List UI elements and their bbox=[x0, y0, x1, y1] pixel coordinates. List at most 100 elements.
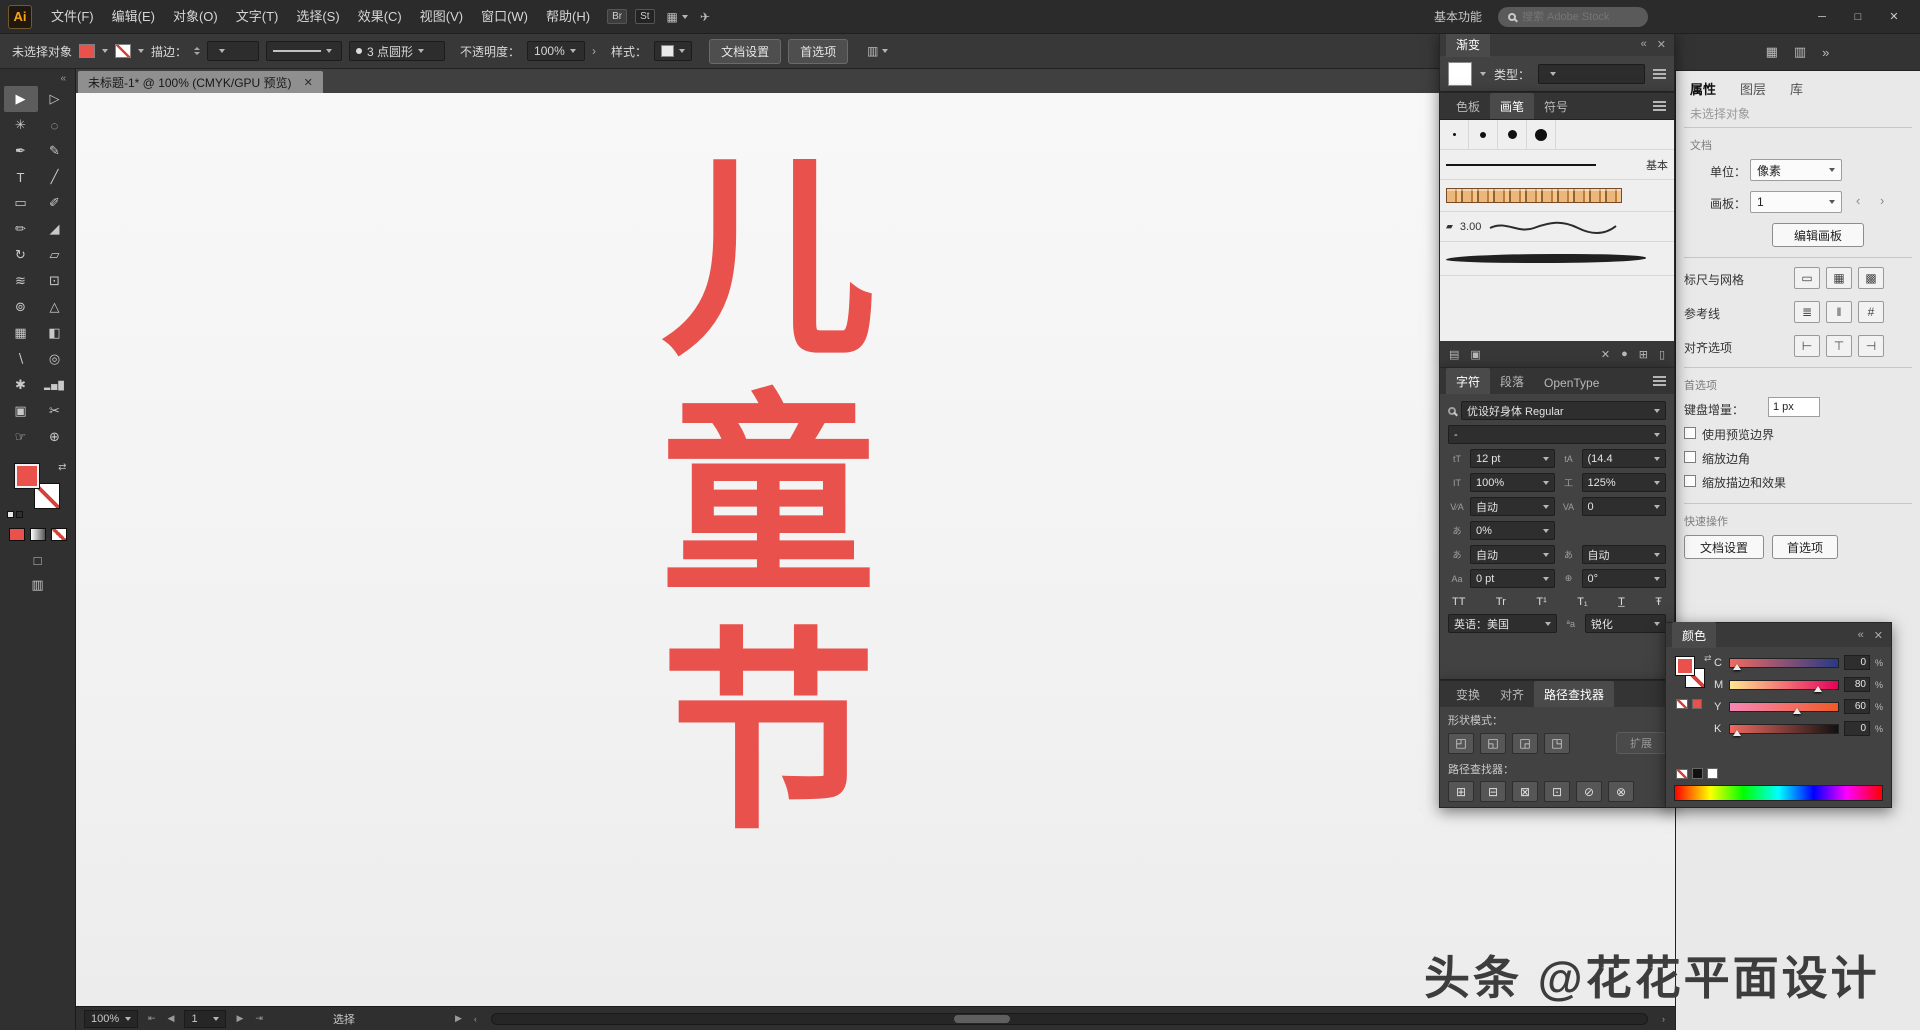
status-flyout-icon[interactable]: ▶ bbox=[453, 1013, 464, 1024]
tab-pathfinder[interactable]: 路径查找器 bbox=[1534, 681, 1615, 707]
chevron-down-icon[interactable] bbox=[1542, 480, 1549, 485]
draw-mode-icon[interactable]: □ bbox=[34, 553, 42, 568]
direct-selection-tool[interactable]: ▷ bbox=[38, 86, 72, 112]
minus-front-button[interactable]: ◱ bbox=[1480, 732, 1506, 754]
last-color-icon[interactable] bbox=[1692, 699, 1702, 709]
color-button[interactable] bbox=[8, 528, 25, 541]
chevron-down-icon[interactable] bbox=[1542, 456, 1549, 461]
brush-item-calligraphic-1[interactable] bbox=[1440, 120, 1469, 150]
quick-preferences-button[interactable]: 首选项 bbox=[1772, 535, 1838, 559]
gradient-tool[interactable]: ◧ bbox=[38, 320, 72, 346]
last-artboard-icon[interactable]: ⇥ bbox=[253, 1013, 265, 1024]
kerning-field[interactable]: 自动 bbox=[1470, 497, 1555, 516]
chevron-down-icon[interactable] bbox=[1480, 72, 1486, 76]
curvature-tool[interactable]: ✎ bbox=[38, 138, 72, 164]
small-caps-button[interactable]: Tr bbox=[1496, 596, 1506, 608]
black-value[interactable]: 0 bbox=[1844, 721, 1870, 736]
symbol-sprayer-tool[interactable]: ✱ bbox=[4, 372, 38, 398]
checkbox-preview-bounds[interactable] bbox=[1684, 427, 1696, 439]
chevron-down-icon[interactable] bbox=[1654, 408, 1660, 413]
all-caps-button[interactable]: TT bbox=[1452, 596, 1465, 608]
merge-button[interactable]: ⊠ bbox=[1512, 781, 1538, 802]
tab-opentype[interactable]: OpenType bbox=[1534, 371, 1609, 394]
edit-artboard-button[interactable]: 编辑画板 bbox=[1772, 223, 1864, 247]
brush-item-pattern[interactable] bbox=[1440, 180, 1674, 212]
previous-artboard-icon[interactable]: ◀ bbox=[166, 1013, 177, 1024]
remove-brush-stroke-icon[interactable]: ✕ bbox=[1601, 348, 1610, 361]
artboard-number-select[interactable]: 1 bbox=[184, 1009, 227, 1028]
proportional-spacing-field[interactable]: 0% bbox=[1470, 521, 1555, 540]
chevron-down-icon[interactable] bbox=[1654, 456, 1660, 461]
collapse-dock-icon[interactable]: » bbox=[1822, 45, 1829, 60]
width-tool[interactable]: ≋ bbox=[4, 268, 38, 294]
artboard-select[interactable]: 1 bbox=[1750, 191, 1842, 213]
illustrator-logo[interactable]: Ai bbox=[8, 4, 32, 29]
opacity-select[interactable]: 100% bbox=[527, 41, 586, 61]
underline-button[interactable]: T̲ bbox=[1618, 596, 1625, 608]
trim-button[interactable]: ⊟ bbox=[1480, 781, 1506, 802]
character-rotation-field[interactable]: 0° bbox=[1581, 569, 1666, 588]
column-graph-tool[interactable]: ▂▅█ bbox=[38, 372, 72, 398]
brush-libraries-icon[interactable]: ▤ bbox=[1449, 348, 1459, 361]
close-tab-icon[interactable]: ✕ bbox=[304, 76, 313, 89]
crop-button[interactable]: ⊡ bbox=[1544, 781, 1570, 802]
tab-brushes[interactable]: 画笔 bbox=[1490, 93, 1535, 119]
selection-tool[interactable]: ▶ bbox=[3, 86, 38, 112]
style-select[interactable] bbox=[654, 41, 693, 61]
chevron-down-icon[interactable] bbox=[1542, 576, 1549, 581]
close-panel-icon[interactable]: ✕ bbox=[1874, 629, 1883, 642]
share-icon[interactable]: ✈ bbox=[700, 10, 710, 24]
snap-to-pixel-button[interactable]: ⊣ bbox=[1858, 335, 1884, 357]
maximize-button[interactable]: □ bbox=[1840, 4, 1876, 30]
chevron-down-icon[interactable] bbox=[1542, 552, 1549, 557]
menu-edit[interactable]: 编辑(E) bbox=[103, 0, 164, 34]
show-guides-button[interactable]: ≣ bbox=[1794, 301, 1820, 323]
snap-to-grid-button[interactable]: ⊢ bbox=[1794, 335, 1820, 357]
arrange-documents-icon[interactable]: ▦ bbox=[667, 10, 688, 24]
gradient-panel-header[interactable]: 渐变 « ✕ bbox=[1440, 31, 1674, 57]
free-transform-tool[interactable]: ⊡ bbox=[38, 268, 72, 294]
chevron-down-icon[interactable] bbox=[102, 49, 109, 53]
exclude-button[interactable]: ◳ bbox=[1544, 732, 1570, 754]
font-style-select[interactable]: - bbox=[1448, 425, 1666, 444]
keyboard-increment-input[interactable] bbox=[1768, 397, 1820, 417]
libraries-panel-icon[interactable]: ▣ bbox=[1470, 348, 1480, 361]
brush-item-charcoal[interactable] bbox=[1440, 242, 1674, 276]
menu-type[interactable]: 文字(T) bbox=[227, 0, 288, 34]
paintbrush-tool[interactable]: ✐ bbox=[38, 190, 72, 216]
tab-libraries[interactable]: 库 bbox=[1790, 79, 1803, 98]
chevron-down-icon[interactable] bbox=[138, 49, 145, 53]
tsume-before-field[interactable]: 自动 bbox=[1470, 545, 1555, 564]
tab-symbols[interactable]: 符号 bbox=[1534, 93, 1578, 119]
first-artboard-icon[interactable]: ⇤ bbox=[146, 1013, 158, 1024]
minus-back-button[interactable]: ⊗ bbox=[1608, 781, 1634, 802]
chevron-down-icon[interactable] bbox=[1550, 72, 1557, 76]
tsume-after-field[interactable]: 自动 bbox=[1581, 545, 1666, 564]
color-panel-header[interactable]: 颜色 « ✕ bbox=[1666, 622, 1891, 648]
font-family-select[interactable]: 优设好身体 Regular bbox=[1461, 401, 1666, 420]
expand-button[interactable]: 扩展 bbox=[1616, 732, 1666, 754]
menu-view[interactable]: 视图(V) bbox=[411, 0, 472, 34]
font-size-field[interactable]: 12 pt bbox=[1470, 449, 1555, 468]
rectangle-tool[interactable]: ▭ bbox=[4, 190, 38, 216]
menu-select[interactable]: 选择(S) bbox=[287, 0, 348, 34]
chevron-down-icon[interactable] bbox=[679, 49, 686, 53]
baseline-shift-field[interactable]: 0 pt bbox=[1470, 569, 1555, 588]
superscript-button[interactable]: T¹ bbox=[1536, 596, 1546, 608]
brush-item-calligraphic-2[interactable] bbox=[1469, 120, 1498, 150]
document-tab[interactable]: 未标题-1* @ 100% (CMYK/GPU 预览) ✕ bbox=[78, 71, 323, 93]
width-profile-select[interactable] bbox=[266, 41, 343, 61]
chevron-down-icon[interactable] bbox=[1654, 576, 1660, 581]
tab-properties[interactable]: 属性 bbox=[1690, 79, 1716, 98]
chevron-down-icon[interactable] bbox=[1654, 504, 1660, 509]
tab-gradient[interactable]: 渐变 bbox=[1446, 31, 1491, 57]
subscript-button[interactable]: T₁ bbox=[1577, 596, 1587, 608]
lock-guides-button[interactable]: ‖ bbox=[1826, 301, 1852, 323]
gradient-swatch[interactable] bbox=[1448, 62, 1472, 86]
brush-definition-select[interactable]: 3 点圆形 bbox=[349, 41, 446, 61]
brush-item-calligraphic-3[interactable] bbox=[1498, 120, 1527, 150]
search-input[interactable] bbox=[1522, 10, 1634, 23]
panel-menu-icon[interactable] bbox=[1653, 376, 1666, 386]
black-swatch[interactable] bbox=[1692, 768, 1703, 779]
fill-color-swatch[interactable] bbox=[79, 44, 96, 58]
